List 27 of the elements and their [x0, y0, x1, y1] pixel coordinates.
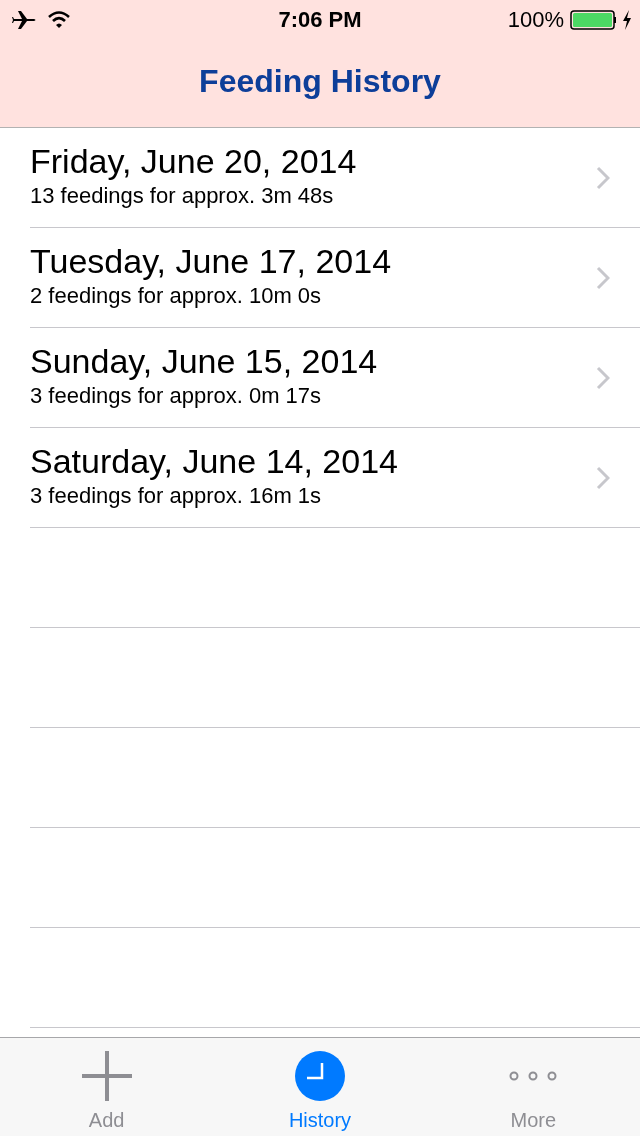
day-summary: 13 feedings for approx. 3m 48s [30, 183, 335, 209]
nav-title: Feeding History [199, 63, 441, 100]
airplane-icon [12, 10, 38, 30]
clock-time: 7:06 PM [278, 7, 362, 33]
day-date: Friday, June 20, 2014 [30, 142, 357, 181]
more-icon [508, 1070, 559, 1082]
day-row[interactable]: Sunday, June 15, 2014 3 feedings for approx. 0m 17s [30, 328, 640, 428]
day-summary: 3 feedings for approx. 16m 1s [30, 483, 323, 509]
tab-item[interactable]: History [213, 1038, 427, 1136]
day-date: Saturday, June 14, 2014 [30, 442, 398, 481]
clock-icon [295, 1051, 345, 1101]
charging-bolt-icon [622, 10, 632, 30]
day-summary: 2 feedings for approx. 10m 0s [30, 283, 323, 309]
plus-icon [81, 1051, 132, 1101]
day-row[interactable]: Saturday, June 14, 2014 3 feedings for approx. 16m 1s [30, 428, 640, 528]
chevron-icon [596, 265, 610, 290]
day-row[interactable]: Friday, June 20, 2014 13 feedings for approx. 3m 48s [30, 128, 640, 228]
battery-percent: 100% [507, 7, 564, 33]
day-summary: 3 feedings for approx. 0m 17s [30, 383, 323, 409]
battery-icon [570, 10, 616, 30]
day-row[interactable]: Tuesday, June 17, 2014 2 feedings for approx. 10m 0s [30, 228, 640, 328]
chevron-icon [596, 165, 610, 190]
chevron-icon [596, 365, 610, 390]
day-date: Tuesday, June 17, 2014 [30, 242, 392, 281]
chevron-icon [596, 465, 610, 490]
day-date: Sunday, June 15, 2014 [30, 342, 378, 381]
wifi-icon [48, 11, 70, 29]
